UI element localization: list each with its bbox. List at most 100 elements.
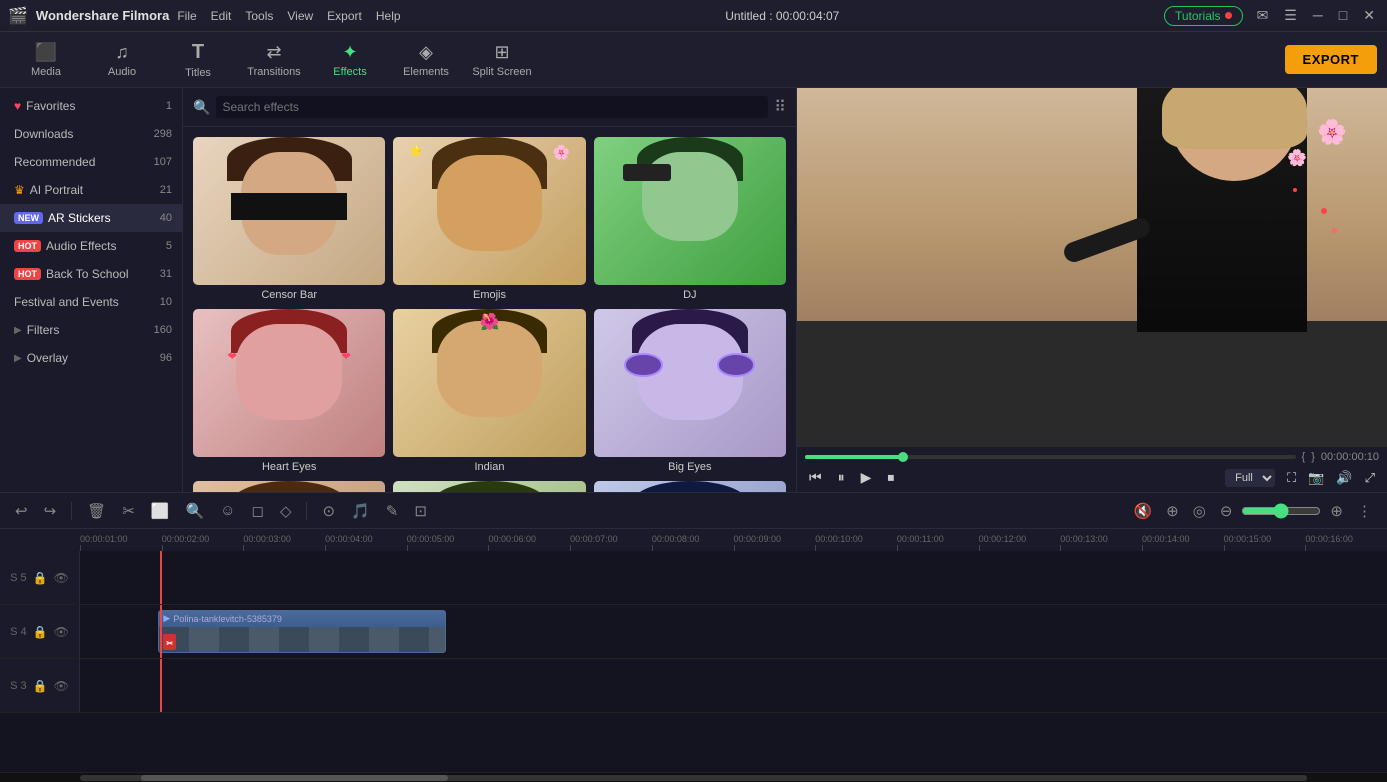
motion-button[interactable]: ◇ (275, 499, 297, 523)
menu-tools[interactable]: Tools (245, 9, 273, 23)
sidebar-item-back-to-school[interactable]: HOT Back To School 31 (0, 260, 182, 288)
zoom-out-button[interactable]: ⊖ (1215, 499, 1238, 523)
crop-button[interactable]: ⬜ (146, 499, 175, 523)
toolbar-elements[interactable]: ◈ Elements (390, 36, 462, 84)
mute-button[interactable]: 🔇 (1128, 499, 1157, 523)
timeline-scrollbar[interactable] (0, 772, 1387, 782)
video-clip[interactable]: ▶ Polina-tanklevitch-5385379 ✂ (158, 610, 446, 652)
effect-card-7[interactable] (193, 481, 385, 492)
menu-edit[interactable]: Edit (211, 9, 232, 23)
progress-bar-wrap: { } 00:00:00:10 (805, 451, 1379, 463)
scroll-thumb[interactable] (141, 775, 448, 781)
export-button[interactable]: EXPORT (1285, 45, 1377, 74)
elements-label: Elements (403, 66, 449, 78)
tutorials-label: Tutorials (1175, 9, 1221, 23)
filters-arrow: ▶ (14, 325, 22, 336)
stabilize-button[interactable]: ⊡ (409, 499, 432, 523)
favorites-left: ♥ Favorites (14, 99, 75, 113)
dj-preview (594, 137, 786, 285)
sidebar-item-ai-portrait[interactable]: ♛ AI Portrait 21 (0, 176, 182, 204)
menu-file[interactable]: File (177, 9, 196, 23)
sidebar-item-favorites[interactable]: ♥ Favorites 1 (0, 92, 182, 120)
freeze-button[interactable]: ◻ (246, 499, 268, 523)
track-lock-5[interactable]: 🔒 (33, 571, 48, 585)
crown-icon: ♛ (14, 183, 25, 197)
new-badge: NEW (14, 212, 43, 224)
play-pause-button[interactable]: ⏸ (834, 467, 849, 488)
play-button[interactable]: ▶ (857, 467, 876, 488)
festival-events-label: Festival and Events (14, 295, 119, 309)
clip-cut-icon: ✂ (166, 639, 173, 648)
zoom-in-button[interactable]: ⊕ (1325, 499, 1348, 523)
track-eye-3[interactable]: 👁 (54, 679, 69, 693)
grid-layout-icon[interactable]: ⠿ (774, 97, 786, 117)
track-lock-4[interactable]: 🔒 (33, 625, 48, 639)
effect-card-heart-eyes[interactable]: ❤ ❤ Heart Eyes (193, 309, 385, 473)
toolbar-media[interactable]: ⬛ Media (10, 36, 82, 84)
track-content-3[interactable] (80, 659, 1387, 712)
sidebar-item-recommended[interactable]: Recommended 107 (0, 148, 182, 176)
progress-thumb[interactable] (898, 452, 908, 462)
menu-export[interactable]: Export (327, 9, 362, 23)
effect-card-dj[interactable]: DJ (594, 137, 786, 301)
sidebar-item-filters[interactable]: ▶ Filters 160 (0, 316, 182, 344)
close-button[interactable]: ✕ (1359, 7, 1379, 24)
text-button[interactable]: ✎ (381, 499, 404, 523)
track-eye-5[interactable]: 👁 (54, 571, 69, 585)
effect-card-censor-bar[interactable]: Censor Bar (193, 137, 385, 301)
toolbar-audio[interactable]: ♫ Audio (86, 36, 158, 84)
search-input[interactable] (216, 96, 768, 118)
audio-button[interactable]: 🔊 (1332, 468, 1356, 488)
effect-card-emojis[interactable]: 🌸 ⭐ Emojis (393, 137, 585, 301)
undo-button[interactable]: ↩ (10, 499, 33, 523)
app-logo: 🎬 (8, 6, 28, 26)
progress-bar[interactable] (805, 455, 1296, 459)
tutorials-button[interactable]: Tutorials (1164, 6, 1243, 26)
effect-card-9[interactable] (594, 481, 786, 492)
track-lock-3[interactable]: 🔒 (33, 679, 48, 693)
redo-button[interactable]: ↪ (39, 499, 62, 523)
delete-button[interactable]: 🗑 (82, 499, 111, 523)
effect-card-big-eyes[interactable]: Big Eyes (594, 309, 786, 473)
minimize-button[interactable]: ─ (1309, 7, 1327, 24)
effect-card-indian[interactable]: 🌺 Indian (393, 309, 585, 473)
zoom-slider[interactable] (1241, 503, 1321, 519)
split-audio-button[interactable]: ⊕ (1161, 499, 1184, 523)
cut-button[interactable]: ✂ (117, 499, 140, 523)
sidebar-item-downloads[interactable]: Downloads 298 (0, 120, 182, 148)
step-back-button[interactable]: ⏮ (805, 467, 826, 488)
snapshot-button[interactable]: 📷 (1304, 468, 1328, 488)
sidebar-item-audio-effects[interactable]: HOT Audio Effects 5 (0, 232, 182, 260)
speed-button[interactable]: ☺ (215, 499, 240, 522)
sidebar-item-ar-stickers[interactable]: NEW AR Stickers 40 (0, 204, 182, 232)
fullscreen-button[interactable]: ⛶ (1283, 468, 1300, 488)
menu-help[interactable]: Help (376, 9, 401, 23)
more-button[interactable]: ⋮ (1352, 499, 1377, 523)
toolbar-titles[interactable]: T Titles (162, 36, 234, 84)
color-button[interactable]: ⊙ (317, 499, 340, 523)
snap-button[interactable]: ◎ (1188, 499, 1211, 523)
ruler-mark-8: 00:00:09:00 (734, 534, 816, 551)
track-content-4[interactable]: ▶ Polina-tanklevitch-5385379 ✂ (80, 605, 1387, 658)
sidebar-item-festival-events[interactable]: Festival and Events 10 (0, 288, 182, 316)
track-eye-4[interactable]: 👁 (54, 625, 69, 639)
toolbar-effects[interactable]: ✦ Effects (314, 36, 386, 84)
menu-icon[interactable]: ☰ (1280, 7, 1301, 24)
menu-view[interactable]: View (287, 9, 313, 23)
toolbar-splitscreen[interactable]: ⊞ Split Screen (466, 36, 538, 84)
stop-button[interactable]: ⏹ (883, 467, 898, 488)
effect-card-8[interactable] (393, 481, 585, 492)
zoom-in-clip-button[interactable]: 🔍 (180, 499, 209, 523)
downloads-label: Downloads (14, 127, 73, 141)
quality-select[interactable]: Full (1225, 469, 1275, 487)
hot-badge-audio: HOT (14, 240, 41, 252)
settings-button[interactable]: ⤢ (1361, 468, 1379, 488)
maximize-button[interactable]: □ (1335, 7, 1351, 24)
track-num-3: S 3 (10, 680, 27, 692)
sidebar-item-overlay[interactable]: ▶ Overlay 96 (0, 344, 182, 372)
back-to-school-label: Back To School (46, 267, 129, 281)
audio-edit-button[interactable]: 🎵 (346, 499, 375, 523)
mail-icon[interactable]: ✉ (1253, 7, 1273, 24)
toolbar-transitions[interactable]: ⇄ Transitions (238, 36, 310, 84)
track-content-5[interactable] (80, 551, 1387, 604)
